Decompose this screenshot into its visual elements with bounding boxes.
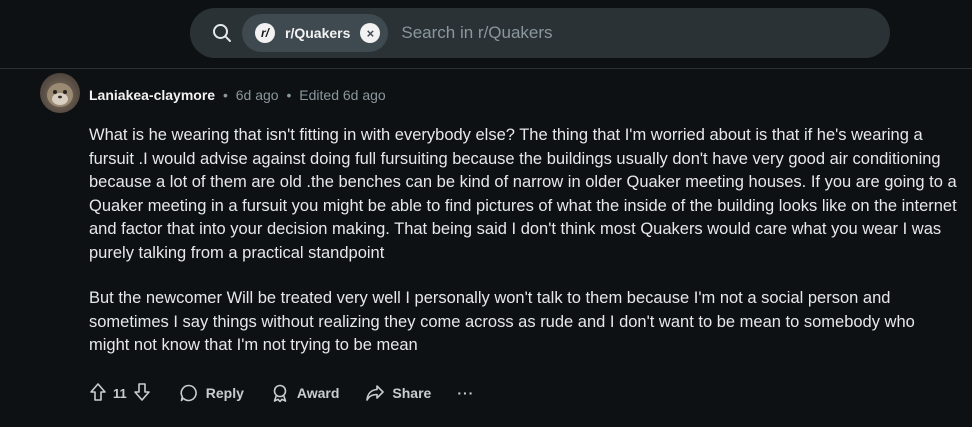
comment-timestamp[interactable]: 6d ago (236, 87, 279, 103)
share-button[interactable]: Share (365, 383, 431, 403)
reply-label: Reply (205, 385, 244, 401)
vote-controls: 11 (89, 382, 151, 405)
comment-body: What is he wearing that isn't fitting in… (89, 124, 959, 380)
comment-paragraph: What is he wearing that isn't fitting in… (89, 126, 957, 262)
comment-paragraph: But the newcomer Will be treated very we… (89, 289, 915, 354)
award-button[interactable]: Award (270, 383, 340, 403)
subreddit-chip-label: r/Quakers (285, 25, 351, 41)
meta-separator: • (286, 87, 292, 103)
more-options-icon[interactable]: ··· (457, 385, 474, 401)
reply-icon (180, 384, 197, 402)
subreddit-filter-chip: r/ r/Quakers × (242, 14, 389, 52)
clear-subreddit-icon[interactable]: × (360, 23, 381, 43)
avatar[interactable] (40, 73, 80, 113)
search-input[interactable]: Search in r/Quakers (401, 23, 552, 43)
vote-count: 11 (113, 385, 127, 401)
top-bar: r/ r/Quakers × Search in r/Quakers (0, 0, 972, 69)
subreddit-icon: r/ (255, 23, 275, 43)
author-name[interactable]: Laniakea-claymore (89, 87, 215, 103)
edited-timestamp: Edited 6d ago (299, 87, 386, 103)
comment-meta: Laniakea-claymore • 6d ago • Edited 6d a… (89, 87, 386, 103)
search-icon[interactable] (211, 22, 233, 44)
upvote-icon[interactable] (89, 382, 107, 405)
award-label: Award (296, 385, 340, 401)
share-icon (366, 385, 385, 401)
reply-button[interactable]: Reply (179, 383, 244, 403)
comment-actions: 11 Reply Award Share ··· (89, 379, 474, 407)
award-icon (273, 384, 287, 403)
downvote-icon[interactable] (133, 382, 151, 405)
search-bar[interactable]: r/ r/Quakers × Search in r/Quakers (190, 8, 890, 58)
share-label: Share (392, 385, 432, 401)
meta-separator: • (222, 87, 228, 103)
